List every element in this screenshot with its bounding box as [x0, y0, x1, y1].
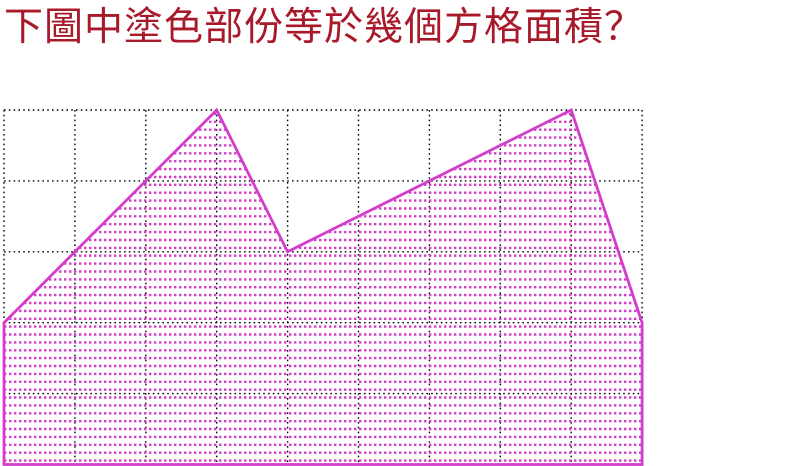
hatch-fill	[4, 112, 643, 462]
grid-figure	[2, 107, 644, 466]
